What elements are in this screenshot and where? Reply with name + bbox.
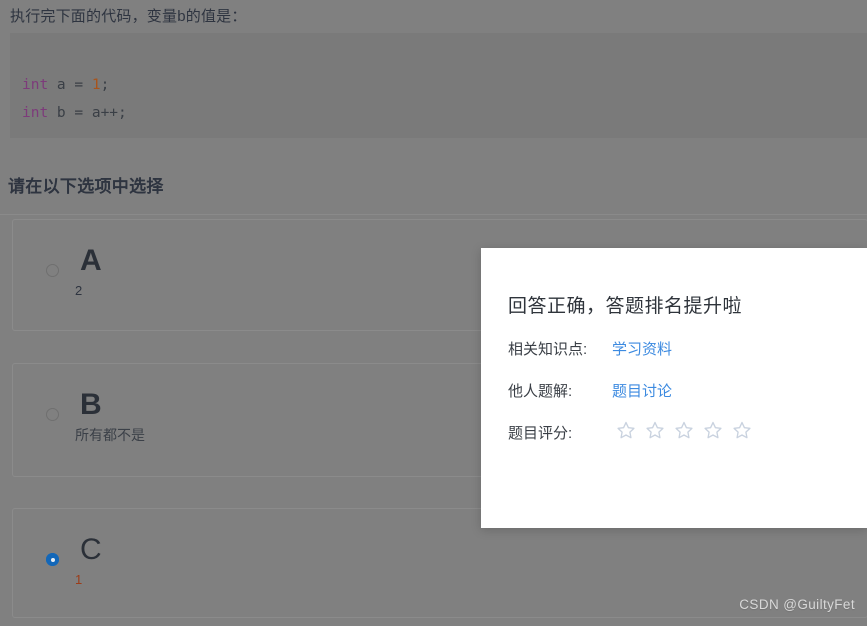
radio-button-a[interactable] xyxy=(46,264,59,277)
star-icon-2[interactable] xyxy=(645,420,665,445)
section-divider xyxy=(0,214,867,215)
code-text: b = a++; xyxy=(48,105,127,121)
option-letter-c: C xyxy=(80,533,102,566)
option-letter-b: B xyxy=(80,388,102,421)
star-icon-4[interactable] xyxy=(703,420,723,445)
option-text-c: 1 xyxy=(75,572,83,587)
code-line: int a = 1; xyxy=(22,71,867,99)
modal-title: 回答正确，答题排名提升啦 xyxy=(508,296,743,317)
star-rating[interactable] xyxy=(616,420,752,445)
others-solution-row: 他人题解: 题目讨论 xyxy=(508,380,672,401)
result-modal: 回答正确，答题排名提升啦 相关知识点: 学习资料 他人题解: 题目讨论 题目评分… xyxy=(481,248,867,528)
rating-row: 题目评分: xyxy=(508,420,752,445)
rating-label: 题目评分: xyxy=(508,425,573,442)
knowledge-point-row: 相关知识点: 学习资料 xyxy=(508,338,672,359)
code-number: 1 xyxy=(91,77,101,93)
code-text: a = xyxy=(48,77,92,93)
code-keyword: int xyxy=(22,77,49,93)
option-text-b: 所有都不是 xyxy=(75,427,145,443)
discussion-link[interactable]: 题目讨论 xyxy=(612,380,672,401)
option-letter-a: A xyxy=(80,244,102,277)
others-solution-label: 他人题解: xyxy=(508,383,573,400)
study-material-link[interactable]: 学习资料 xyxy=(612,338,672,359)
code-line: int b = a++; xyxy=(22,99,867,127)
choose-options-heading: 请在以下选项中选择 xyxy=(8,177,164,196)
radio-button-b[interactable] xyxy=(46,408,59,421)
star-icon-3[interactable] xyxy=(674,420,694,445)
option-text-a: 2 xyxy=(75,283,83,298)
star-icon-5[interactable] xyxy=(732,420,752,445)
code-punctuation: ; xyxy=(100,77,110,93)
code-block: int a = 1; int b = a++; xyxy=(10,33,867,138)
question-prompt: 执行完下面的代码，变量b的值是： xyxy=(10,8,247,25)
csdn-watermark: CSDN @GuiltyFet xyxy=(739,597,855,612)
radio-button-c[interactable] xyxy=(46,553,59,566)
code-keyword: int xyxy=(22,105,49,121)
star-icon-1[interactable] xyxy=(616,420,636,445)
knowledge-point-label: 相关知识点: xyxy=(508,341,588,358)
